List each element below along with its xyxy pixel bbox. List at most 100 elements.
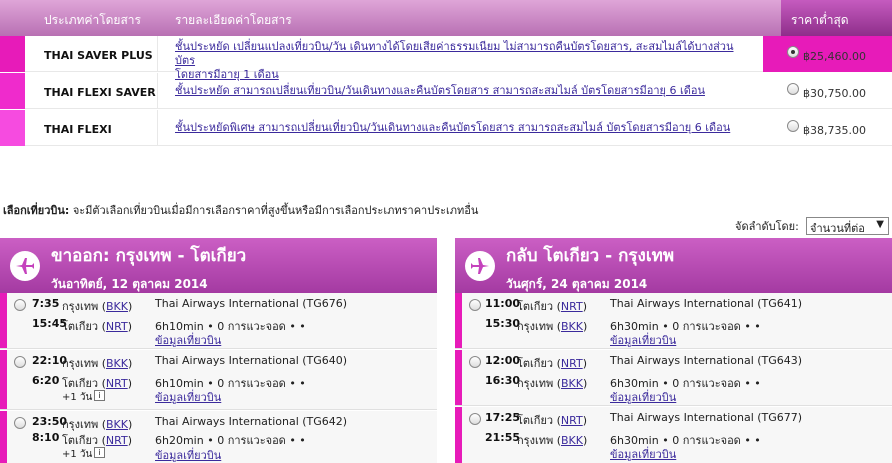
arrival-time: 6:20 (32, 374, 60, 387)
airplane-icon (10, 251, 40, 281)
departure-city: กรุงเทพ (BKK) (62, 300, 133, 313)
selected-indicator (455, 293, 462, 348)
flight-details-link[interactable]: ข้อมูลเที่ยวบิน (610, 388, 676, 406)
fare-name: THAI SAVER PLUS (44, 49, 153, 62)
sort-label: จัดลำดับโดย: (735, 220, 799, 233)
fare-radio[interactable] (787, 120, 799, 132)
fare-radio[interactable] (787, 83, 799, 95)
airline-flight: Thai Airways International (TG643) (610, 354, 803, 367)
arrival-code[interactable]: NRT (106, 320, 128, 333)
arrival-code[interactable]: BKK (561, 434, 583, 447)
column-divider (157, 36, 158, 72)
selected-indicator (0, 411, 7, 463)
arrival-code[interactable]: BKK (561, 377, 583, 390)
departure-time: 11:00 (485, 297, 521, 310)
fare-description-line1[interactable]: ชั้นประหยัด สามารถเปลี่ยนเที่ยวบิน/วันเด… (175, 84, 705, 97)
fare-table-header: ประเภทค่าโดยสาร รายละเอียดค่าโดยสาร ราคา… (0, 0, 892, 36)
departure-code[interactable]: BKK (106, 418, 128, 431)
departure-code[interactable]: NRT (561, 414, 583, 427)
selected-indicator (0, 350, 7, 409)
arrival-code[interactable]: NRT (106, 377, 128, 390)
fare-price-cell[interactable]: ฿38,735.00 (763, 110, 892, 146)
departure-city: กรุงเทพ (BKK) (62, 357, 133, 370)
flight-radio[interactable] (469, 299, 481, 311)
flight-details-link[interactable]: ข้อมูลเที่ยวบิน (610, 445, 676, 463)
airline-flight: Thai Airways International (TG676) (155, 297, 348, 310)
fare-name: THAI FLEXI SAVER (44, 86, 156, 99)
fare-name: THAI FLEXI (44, 123, 112, 136)
flight-option[interactable]: 12:00 โตเกียว (NRT) 16:30 กรุงเทพ (BKK) … (455, 350, 892, 406)
arrival-time: 21:55 (485, 431, 521, 444)
selected-indicator (0, 293, 7, 348)
return-title: กลับ โตเกียว - กรุงเทพ (506, 246, 675, 266)
info-icon[interactable]: i (94, 390, 105, 401)
fare-price-cell[interactable]: ฿25,460.00 (763, 36, 892, 72)
flight-details-link[interactable]: ข้อมูลเที่ยวบิน (155, 331, 221, 349)
departure-code[interactable]: NRT (561, 300, 583, 313)
arrival-city: กรุงเทพ (BKK) (517, 320, 588, 333)
fare-type-heading: ประเภทค่าโดยสาร (44, 13, 141, 27)
fare-description[interactable]: ชั้นประหยัดพิเศษ สามารถเปลี่ยนเที่ยวบิน/… (175, 121, 735, 135)
flight-option[interactable]: 17:25 โตเกียว (NRT) 21:55 กรุงเทพ (BKK) … (455, 407, 892, 463)
fare-description-line1[interactable]: ชั้นประหยัดพิเศษ สามารถเปลี่ยนเที่ยวบิน/… (175, 121, 730, 134)
selected-indicator (455, 407, 462, 463)
flight-radio[interactable] (14, 356, 26, 368)
departure-time: 7:35 (32, 297, 60, 310)
fare-price: ฿30,750.00 (803, 87, 866, 100)
fare-row-flexi-saver: THAI FLEXI SAVER ชั้นประหยัด สามารถเปลี่… (0, 73, 892, 109)
lowest-price-heading: ราคาต่ำสุด (781, 0, 892, 36)
flight-radio[interactable] (14, 299, 26, 311)
fare-description-line1[interactable]: ชั้นประหยัด เปลี่ยนแปลงเที่ยวบิน/วัน เดิ… (175, 40, 734, 67)
column-divider (157, 73, 158, 109)
arrival-city: โตเกียว (NRT) (62, 320, 132, 333)
select-flight-hint: จะมีตัวเลือกเที่ยวบินเมื่อมีการเลือกราคา… (72, 204, 479, 217)
select-flight-note: เลือกเที่ยวบิน: จะมีตัวเลือกเที่ยวบินเมื… (3, 201, 478, 219)
fare-row-flexi: THAI FLEXI ชั้นประหยัดพิเศษ สามารถเปลี่ย… (0, 110, 892, 146)
plus-day: +1 วัน (62, 392, 93, 403)
fare-price: ฿25,460.00 (803, 50, 866, 63)
outbound-title: ขาออก: กรุงเทพ - โตเกียว (51, 246, 247, 266)
departure-code[interactable]: BKK (106, 300, 128, 313)
arrival-time: 8:10 (32, 431, 60, 444)
flight-radio[interactable] (469, 413, 481, 425)
departure-code[interactable]: BKK (106, 357, 128, 370)
flight-option[interactable]: 11:00 โตเกียว (NRT) 15:30 กรุงเทพ (BKK) … (455, 293, 892, 349)
arrival-time: 16:30 (485, 374, 521, 387)
departure-city: โตเกียว (NRT) (517, 357, 587, 370)
fare-color-bar (0, 73, 25, 109)
airline-flight: Thai Airways International (TG642) (155, 415, 348, 428)
fare-price: ฿38,735.00 (803, 124, 866, 137)
info-icon[interactable]: i (94, 447, 105, 458)
fare-row-saver-plus: THAI SAVER PLUS ชั้นประหยัด เปลี่ยนแปลงเ… (0, 36, 892, 81)
departure-city: โตเกียว (NRT) (517, 300, 587, 313)
departure-code[interactable]: NRT (561, 357, 583, 370)
departure-time: 17:25 (485, 411, 521, 424)
flight-details-link[interactable]: ข้อมูลเที่ยวบิน (155, 388, 221, 406)
outbound-panel: ขาออก: กรุงเทพ - โตเกียว วันอาทิตย์, 12 … (0, 238, 437, 463)
flight-radio[interactable] (14, 417, 26, 429)
flight-option[interactable]: 22:10 กรุงเทพ (BKK) 6:20 โตเกียว (NRT) +… (0, 350, 437, 410)
flight-option[interactable]: 23:50 กรุงเทพ (BKK) 8:10 โตเกียว (NRT) +… (0, 411, 437, 463)
sort-dropdown[interactable]: จำนวนที่ต่อ ▼ (806, 217, 889, 235)
return-date: วันศุกร์, 24 ตุลาคม 2014 (506, 277, 648, 291)
flight-option[interactable]: 7:35 กรุงเทพ (BKK) 15:45 โตเกียว (NRT) T… (0, 293, 437, 349)
fare-radio[interactable] (787, 46, 799, 58)
flight-radio[interactable] (469, 356, 481, 368)
select-flight-label: เลือกเที่ยวบิน: (3, 204, 70, 217)
airline-flight: Thai Airways International (TG640) (155, 354, 348, 367)
flight-details-link[interactable]: ข้อมูลเที่ยวบิน (155, 446, 221, 463)
column-divider (157, 110, 158, 146)
arrival-code[interactable]: BKK (561, 320, 583, 333)
selected-indicator (455, 350, 462, 405)
plus-day: +1 วัน (62, 449, 93, 460)
chevron-down-icon: ▼ (876, 219, 884, 230)
fare-color-bar (0, 110, 25, 146)
flight-details-link[interactable]: ข้อมูลเที่ยวบิน (610, 331, 676, 349)
outbound-panel-header: ขาออก: กรุงเทพ - โตเกียว วันอาทิตย์, 12 … (0, 238, 437, 293)
fare-description[interactable]: ชั้นประหยัด สามารถเปลี่ยนเที่ยวบิน/วันเด… (175, 84, 735, 98)
fare-price-cell[interactable]: ฿30,750.00 (763, 73, 892, 109)
sort-value: จำนวนที่ต่อ (810, 222, 865, 235)
return-panel-header: กลับ โตเกียว - กรุงเทพ วันศุกร์, 24 ตุลา… (455, 238, 892, 293)
arrival-code[interactable]: NRT (106, 434, 128, 447)
outbound-date: วันอาทิตย์, 12 ตุลาคม 2014 (51, 277, 208, 291)
